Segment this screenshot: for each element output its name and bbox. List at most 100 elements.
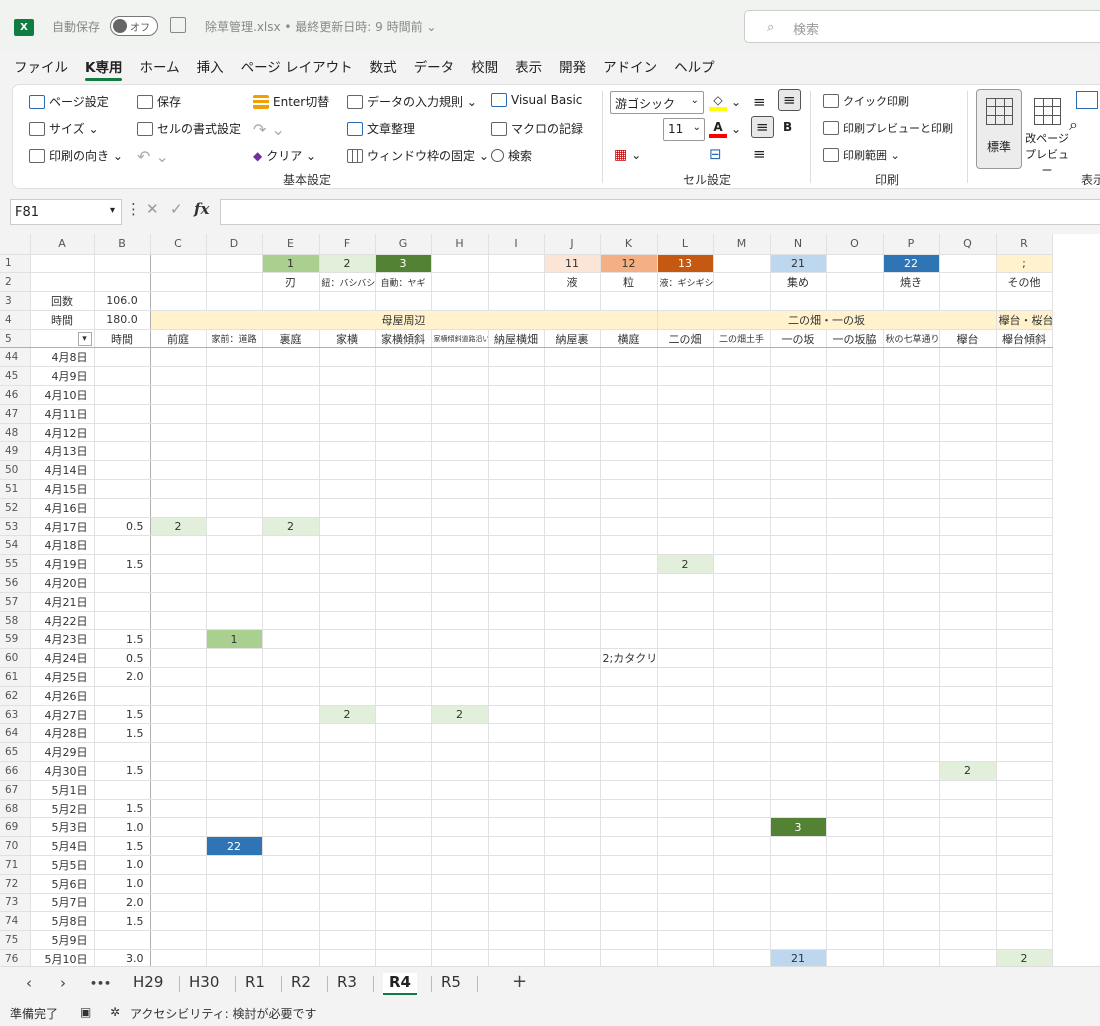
cell-H[interactable] bbox=[431, 799, 489, 819]
cell-L[interactable] bbox=[657, 723, 714, 744]
cell-H[interactable] bbox=[431, 347, 489, 368]
cell-H[interactable] bbox=[431, 573, 489, 593]
column-header-P[interactable]: P bbox=[883, 234, 940, 255]
cell-O[interactable] bbox=[826, 742, 884, 763]
cell-K[interactable] bbox=[600, 554, 658, 575]
cell-E[interactable] bbox=[262, 629, 320, 650]
cell-N[interactable]: 3 bbox=[770, 817, 827, 838]
time-cell[interactable] bbox=[94, 573, 151, 593]
row-header[interactable]: 47 bbox=[0, 404, 31, 424]
cell-G[interactable] bbox=[375, 517, 432, 537]
cell-G[interactable] bbox=[375, 799, 432, 819]
cell-O[interactable] bbox=[826, 874, 884, 894]
cell-C[interactable] bbox=[150, 535, 207, 556]
cell-M[interactable] bbox=[713, 535, 771, 556]
row-header[interactable]: 66 bbox=[0, 761, 31, 781]
column-header-H[interactable]: H bbox=[431, 234, 489, 255]
cell-D[interactable] bbox=[206, 535, 263, 556]
cell-Q[interactable] bbox=[939, 836, 997, 856]
cell-C[interactable]: 2 bbox=[150, 517, 207, 537]
cell-Q[interactable] bbox=[939, 460, 997, 481]
date-cell[interactable]: 4月20日 bbox=[30, 573, 95, 593]
cell-H[interactable] bbox=[431, 723, 489, 744]
cell-O[interactable] bbox=[826, 648, 884, 669]
cell-G[interactable] bbox=[375, 761, 432, 781]
cell-H[interactable] bbox=[431, 686, 489, 706]
cell-L[interactable] bbox=[657, 517, 714, 537]
cell-Q[interactable] bbox=[939, 817, 997, 838]
column-header-O[interactable]: O bbox=[826, 234, 884, 255]
cell-D[interactable] bbox=[206, 404, 263, 424]
cell-E[interactable] bbox=[262, 460, 320, 481]
cell-Q[interactable] bbox=[939, 592, 997, 612]
column-title-H[interactable]: 家横傾斜道路沿い bbox=[431, 329, 489, 349]
time-cell[interactable]: 1.0 bbox=[94, 817, 151, 838]
cell-K[interactable] bbox=[600, 385, 658, 405]
cell-M[interactable] bbox=[713, 780, 771, 800]
cell-K[interactable] bbox=[600, 705, 658, 725]
tab-more-button[interactable]: ••• bbox=[90, 977, 111, 990]
cell-N[interactable] bbox=[770, 592, 827, 612]
tab-prev-icon[interactable]: ‹ bbox=[26, 974, 32, 992]
cell-F[interactable] bbox=[319, 930, 376, 950]
cell-G[interactable] bbox=[375, 479, 432, 499]
date-cell[interactable]: 5月7日 bbox=[30, 893, 95, 913]
cell-C[interactable] bbox=[150, 573, 207, 593]
cell-R[interactable] bbox=[996, 874, 1053, 894]
cell-P[interactable] bbox=[883, 554, 940, 575]
cell-P[interactable] bbox=[883, 517, 940, 537]
record-macro-button[interactable]: マクロの記録 bbox=[491, 120, 583, 137]
cell-C[interactable] bbox=[150, 366, 207, 387]
cell-G3[interactable] bbox=[375, 291, 432, 311]
cell-R[interactable] bbox=[996, 347, 1053, 368]
cell-J[interactable] bbox=[544, 498, 601, 518]
cell-J[interactable] bbox=[544, 347, 601, 368]
cell-R[interactable]: 2 bbox=[996, 949, 1053, 966]
cell-Q[interactable] bbox=[939, 554, 997, 575]
cell-I[interactable] bbox=[488, 479, 545, 499]
column-title-C[interactable]: 前庭 bbox=[150, 329, 207, 349]
cell-F[interactable] bbox=[319, 742, 376, 763]
cell-O[interactable] bbox=[826, 404, 884, 424]
cell-M[interactable] bbox=[713, 385, 771, 405]
cell-L[interactable]: 2 bbox=[657, 554, 714, 575]
cell-H3[interactable] bbox=[431, 291, 489, 311]
view-normal-button[interactable]: 標準 bbox=[976, 89, 1022, 169]
cell-D[interactable] bbox=[206, 723, 263, 744]
cell-N[interactable] bbox=[770, 423, 827, 443]
cell-L[interactable] bbox=[657, 611, 714, 631]
cell-J[interactable] bbox=[544, 949, 601, 966]
date-cell[interactable]: 5月5日 bbox=[30, 855, 95, 875]
cell-C[interactable] bbox=[150, 855, 207, 875]
column-title-O[interactable]: 一の坂脇 bbox=[826, 329, 884, 349]
cell-G2[interactable]: 自動：ヤギ bbox=[375, 272, 432, 293]
filter-dropdown-icon[interactable]: ▾ bbox=[77, 331, 92, 346]
cell-L[interactable] bbox=[657, 648, 714, 669]
cell-E[interactable] bbox=[262, 836, 320, 856]
cell-F[interactable] bbox=[319, 498, 376, 518]
column-header-I[interactable]: I bbox=[488, 234, 545, 255]
cell-M[interactable] bbox=[713, 611, 771, 631]
cell-R[interactable] bbox=[996, 366, 1053, 387]
cell-G[interactable] bbox=[375, 404, 432, 424]
cell-N[interactable] bbox=[770, 874, 827, 894]
cell-D[interactable] bbox=[206, 930, 263, 950]
macro-record-icon[interactable]: ▣ bbox=[80, 1005, 91, 1019]
cell-F[interactable] bbox=[319, 648, 376, 669]
date-cell[interactable]: 4月25日 bbox=[30, 667, 95, 687]
cell-C[interactable] bbox=[150, 460, 207, 481]
cell-I[interactable] bbox=[488, 949, 545, 966]
cell-K[interactable] bbox=[600, 836, 658, 856]
cell-G[interactable] bbox=[375, 347, 432, 368]
cell-J[interactable] bbox=[544, 573, 601, 593]
cell-E[interactable] bbox=[262, 742, 320, 763]
row-header[interactable]: 4 bbox=[0, 310, 31, 330]
row-header[interactable]: 65 bbox=[0, 742, 31, 763]
cell-L[interactable] bbox=[657, 460, 714, 481]
cell-Q[interactable] bbox=[939, 667, 997, 687]
cell-R[interactable] bbox=[996, 535, 1053, 556]
cell-Q[interactable] bbox=[939, 705, 997, 725]
cell-D[interactable] bbox=[206, 667, 263, 687]
search-input[interactable]: ⌕ 検索 bbox=[744, 10, 1100, 43]
time-cell[interactable]: 1.5 bbox=[94, 705, 151, 725]
